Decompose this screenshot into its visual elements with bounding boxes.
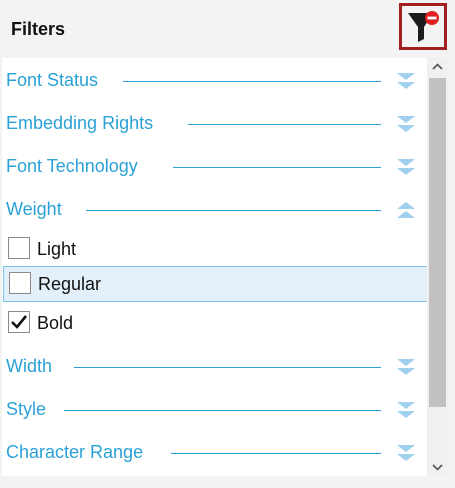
filters-panel: Filters Font Status Embedding Rights Fon… <box>0 0 455 488</box>
filter-list: Font Status Embedding Rights Font Techno… <box>2 58 427 476</box>
section-label: Font Status <box>6 70 99 90</box>
section-font-technology[interactable]: Font Technology <box>2 148 427 184</box>
section-divider <box>173 167 381 168</box>
checkbox[interactable] <box>8 237 30 259</box>
clear-filters-button[interactable] <box>399 3 447 50</box>
chevron-double-down-icon[interactable] <box>395 70 417 92</box>
section-divider <box>123 81 381 82</box>
section-embedding-rights[interactable]: Embedding Rights <box>2 105 427 141</box>
chevron-double-down-icon[interactable] <box>395 113 417 135</box>
vertical-scrollbar[interactable] <box>427 58 448 476</box>
scrollbar-thumb[interactable] <box>429 78 446 407</box>
section-label: Width <box>6 356 53 376</box>
scroll-down-arrow-icon[interactable] <box>427 458 448 476</box>
panel-title: Filters <box>11 19 66 39</box>
chevron-double-up-icon[interactable] <box>395 199 417 221</box>
checkbox[interactable] <box>8 311 30 333</box>
section-style[interactable]: Style <box>2 391 427 427</box>
chevron-double-down-icon[interactable] <box>395 356 417 378</box>
section-divider <box>171 453 381 454</box>
scroll-up-arrow-icon[interactable] <box>427 58 448 76</box>
option-label: Bold <box>37 313 74 333</box>
section-width[interactable]: Width <box>2 348 427 384</box>
chevron-double-down-icon[interactable] <box>395 442 417 464</box>
option-label: Light <box>37 239 77 259</box>
option-label: Regular <box>38 274 102 294</box>
chevron-double-down-icon[interactable] <box>395 156 417 178</box>
section-label: Font Technology <box>6 156 138 176</box>
checkbox[interactable] <box>9 272 31 294</box>
section-divider <box>64 410 381 411</box>
section-weight[interactable]: Weight <box>2 191 427 227</box>
section-label: Style <box>6 399 47 419</box>
section-label: Weight <box>6 199 62 219</box>
weight-option-light[interactable]: Light <box>2 231 427 267</box>
section-label: Embedding Rights <box>6 113 154 133</box>
checkmark-icon <box>11 315 28 329</box>
filters-header: Filters <box>0 0 455 60</box>
section-font-status[interactable]: Font Status <box>2 62 427 98</box>
filter-remove-icon <box>408 11 439 42</box>
weight-option-bold[interactable]: Bold <box>2 305 427 341</box>
section-divider <box>86 210 381 211</box>
chevron-double-down-icon[interactable] <box>395 399 417 421</box>
weight-option-regular[interactable]: Regular <box>3 266 427 302</box>
section-divider <box>188 124 381 125</box>
section-character-range[interactable]: Character Range <box>2 434 427 470</box>
section-label: Character Range <box>6 442 144 462</box>
panel-footer <box>0 476 455 488</box>
section-divider <box>74 367 381 368</box>
